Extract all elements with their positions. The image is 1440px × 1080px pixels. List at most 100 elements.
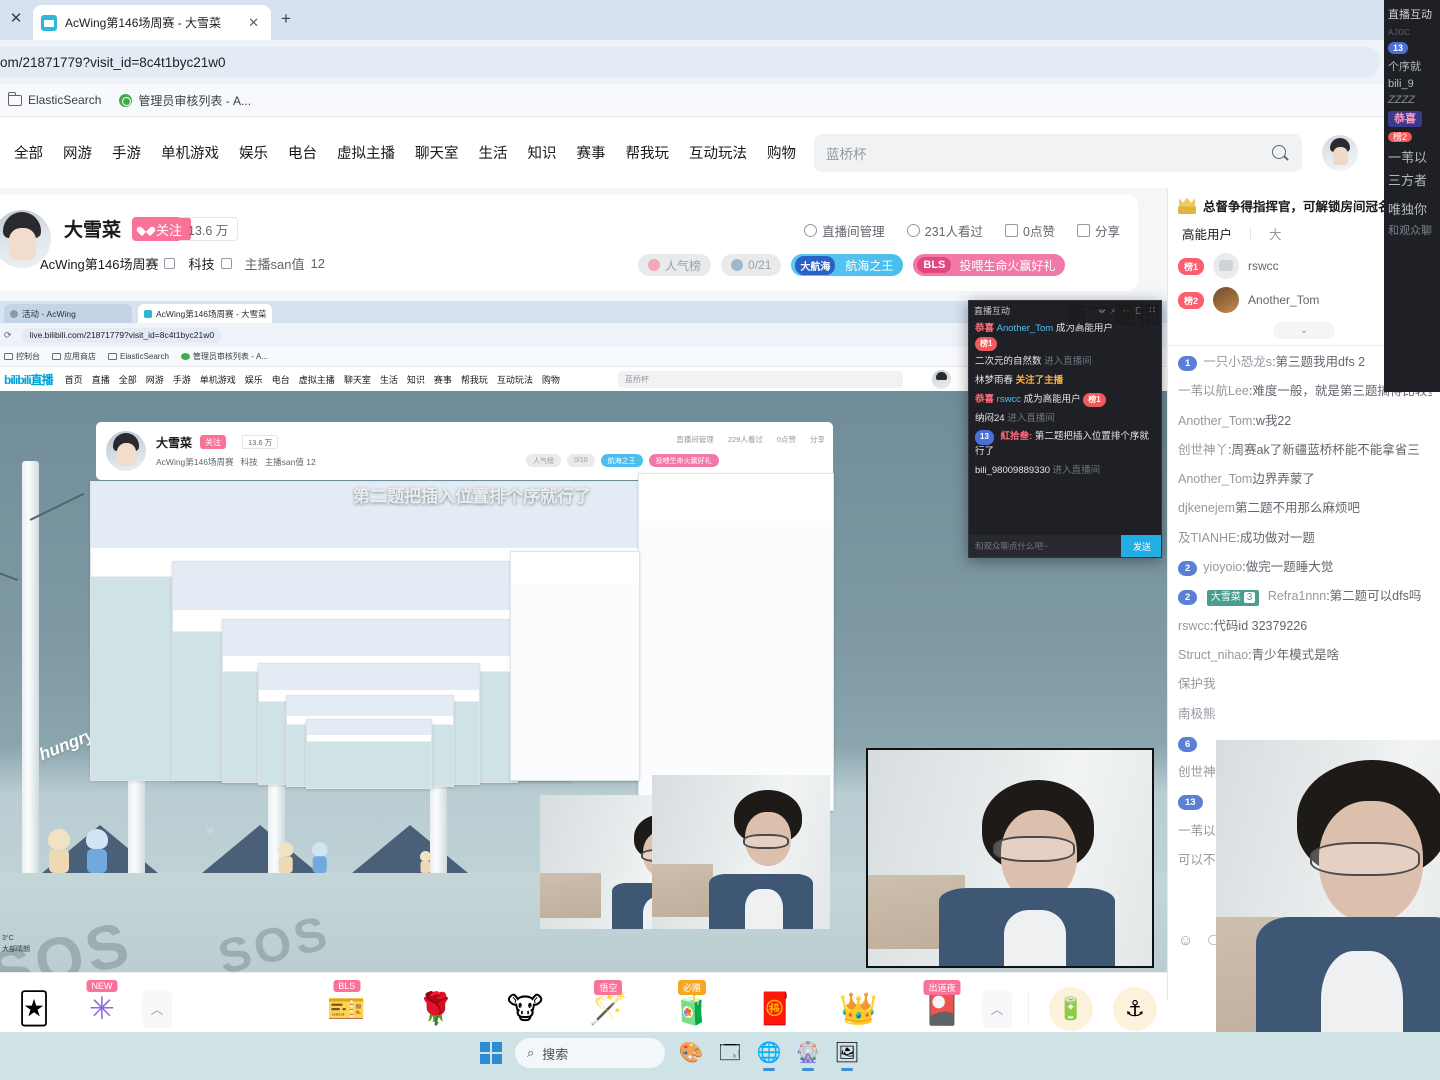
nav-item-12[interactable]: 互动玩法: [689, 142, 747, 163]
edit-icon[interactable]: [220, 258, 232, 269]
gift-bls[interactable]: BLS 🎫: [319, 979, 375, 1037]
nav-item-1[interactable]: 网游: [63, 142, 92, 163]
chrome-icon[interactable]: 🌐: [756, 1040, 782, 1071]
nav-item-9[interactable]: 知识: [528, 142, 557, 163]
gift-expand-button-2[interactable]: ︿: [982, 989, 1012, 1028]
address-bar[interactable]: om/21871779?visit_id=8c4t1byc21w0: [0, 47, 1380, 77]
photos-icon[interactable]: 🎡: [795, 1040, 821, 1071]
chat-user[interactable]: 及TIANHE: [1178, 531, 1236, 545]
chat-user[interactable]: Another_Tom: [1178, 414, 1252, 428]
gift-crown[interactable]: 👑: [831, 981, 887, 1037]
office-icon[interactable]: 🎨: [678, 1040, 704, 1066]
nested-avatar[interactable]: [932, 370, 951, 389]
chat-user[interactable]: 一苇以: [1178, 824, 1216, 838]
popup-chat-input-row[interactable]: 和观众聊点什么吧~ 发送: [969, 535, 1161, 557]
close-icon[interactable]: ✕: [244, 15, 263, 31]
nav-item-7[interactable]: 聊天室: [415, 142, 459, 163]
nav-item-10[interactable]: 赛事: [577, 142, 606, 163]
nav-item-4[interactable]: 娱乐: [239, 142, 268, 163]
gift-rose[interactable]: 🌹: [408, 981, 464, 1037]
search-input[interactable]: 蓝桥杯: [814, 134, 1302, 172]
chat-user[interactable]: rswcc: [1178, 619, 1210, 633]
new-tab-button[interactable]: +: [281, 10, 291, 27]
chat-user[interactable]: yioyoio: [1203, 560, 1242, 574]
nav-item-8[interactable]: 生活: [479, 142, 508, 163]
tab-high-energy-users[interactable]: 高能用户: [1182, 224, 1232, 243]
nested-nav-14[interactable]: 互动玩法: [497, 373, 533, 386]
nav-item-0[interactable]: 全部: [14, 142, 43, 163]
emoji-picker-icon[interactable]: ☺: [1178, 932, 1193, 950]
gift-wand[interactable]: 悟空 🪄: [580, 979, 636, 1037]
nested-nav-6[interactable]: 娱乐: [245, 373, 263, 386]
nested-bookmark[interactable]: ElasticSearch: [108, 352, 169, 361]
nav-item-6[interactable]: 虚拟主播: [337, 142, 395, 163]
anchor-button[interactable]: ⚓: [1113, 986, 1157, 1031]
nested-tab-inactive[interactable]: 活动 - AcWing: [4, 304, 132, 323]
chat-user[interactable]: 一只小恐龙s: [1203, 355, 1272, 369]
nested-bookmark[interactable]: 控制台: [4, 351, 40, 362]
gift-fan[interactable]: 出道夜 🎴: [914, 979, 970, 1037]
gift-card[interactable]: 🃏: [6, 981, 62, 1037]
bilibili-live-logo[interactable]: bilibili直播: [4, 371, 54, 388]
nav-item-11[interactable]: 帮我玩: [626, 142, 670, 163]
browser-tab-active[interactable]: AcWing第146场周赛 - 大雪菜 ✕: [33, 5, 271, 40]
rank-expand-button[interactable]: ⌄: [1273, 322, 1335, 339]
nested-streamer-avatar[interactable]: [106, 431, 146, 471]
nav-item-5[interactable]: 电台: [288, 142, 317, 163]
nested-nav-3[interactable]: 网游: [146, 373, 164, 386]
chat-user[interactable]: 可以不: [1178, 853, 1216, 867]
gift-envelope[interactable]: 🧧: [747, 981, 803, 1037]
nav-item-3[interactable]: 单机游戏: [161, 142, 219, 163]
nested-nav-0[interactable]: 首页: [65, 373, 83, 386]
tab-close-icon-left[interactable]: ✕: [8, 11, 24, 27]
gift-box[interactable]: 必赠 🧃: [664, 979, 720, 1037]
reload-icon[interactable]: ⟳: [4, 330, 12, 341]
chat-user[interactable]: 南极熊: [1178, 707, 1216, 721]
stat-manage[interactable]: 直播间管理: [804, 221, 885, 240]
nav-item-2[interactable]: 手游: [112, 142, 141, 163]
avatar[interactable]: [1322, 135, 1358, 171]
bookmark-admin-review[interactable]: 管理员审核列表 - A...: [119, 92, 251, 109]
gift-expand-button[interactable]: ︿: [142, 989, 172, 1028]
windows-logo-icon[interactable]: [480, 1042, 502, 1064]
app-icon[interactable]: 🖼: [834, 1040, 860, 1071]
nested-follow-button[interactable]: 关注: [200, 435, 226, 449]
nested-nav-8[interactable]: 虚拟主播: [299, 373, 335, 386]
stat-share[interactable]: 分享: [1076, 221, 1120, 240]
tag-popularity[interactable]: 人气榜: [638, 254, 712, 276]
nested-nav-10[interactable]: 生活: [380, 373, 398, 386]
chat-user[interactable]: Refra1nnn: [1268, 589, 1326, 603]
nested-nav-11[interactable]: 知识: [407, 373, 425, 386]
tag-dahanghai[interactable]: 大航海 航海之王: [791, 254, 904, 276]
nested-nav-12[interactable]: 赛事: [434, 373, 452, 386]
gift-cow[interactable]: 🐮: [497, 981, 553, 1037]
weather-widget[interactable]: 3°C 大部晴朗: [0, 934, 30, 955]
nested-nav-9[interactable]: 聊天室: [344, 373, 371, 386]
nested-address-bar[interactable]: live.bilibili.com/21871779?visit_id=8c4t…: [21, 327, 223, 343]
tag-guard-count[interactable]: 0/21: [721, 254, 782, 276]
nav-item-13[interactable]: 购物: [767, 142, 796, 163]
tag-bls[interactable]: BLS 投喂生命火赢好礼: [913, 254, 1066, 276]
chat-user[interactable]: Struct_nihao: [1178, 648, 1248, 662]
popup-send-button[interactable]: 发送: [1121, 535, 1161, 557]
chat-user[interactable]: djkenejem: [1178, 501, 1235, 515]
chat-user[interactable]: 保护我: [1178, 677, 1216, 691]
chat-user[interactable]: Another_Tom: [1178, 472, 1252, 486]
nested-nav-15[interactable]: 购物: [542, 373, 560, 386]
stat-likes[interactable]: 0点赞: [1005, 221, 1055, 240]
user-avatar[interactable]: [1213, 253, 1240, 279]
search-icon[interactable]: [1271, 144, 1290, 163]
nested-nav-1[interactable]: 直播: [92, 373, 110, 386]
nested-nav-4[interactable]: 手游: [173, 373, 191, 386]
chat-user[interactable]: 一苇以航Lee: [1178, 384, 1249, 398]
gift-new[interactable]: NEW ✳: [74, 979, 130, 1037]
battery-button[interactable]: 🔋: [1049, 986, 1093, 1031]
nested-search-input[interactable]: 蓝桥杯: [618, 371, 903, 388]
explorer-icon[interactable]: 🗔: [717, 1040, 743, 1066]
taskbar-search-input[interactable]: ⌕ 搜索: [515, 1038, 665, 1068]
edit-icon[interactable]: [164, 258, 176, 269]
nested-nav-13[interactable]: 帮我玩: [461, 373, 488, 386]
chat-user[interactable]: 创世神丫: [1178, 443, 1228, 457]
tab-other[interactable]: 大: [1269, 224, 1282, 243]
nested-nav-2[interactable]: 全部: [119, 373, 137, 386]
